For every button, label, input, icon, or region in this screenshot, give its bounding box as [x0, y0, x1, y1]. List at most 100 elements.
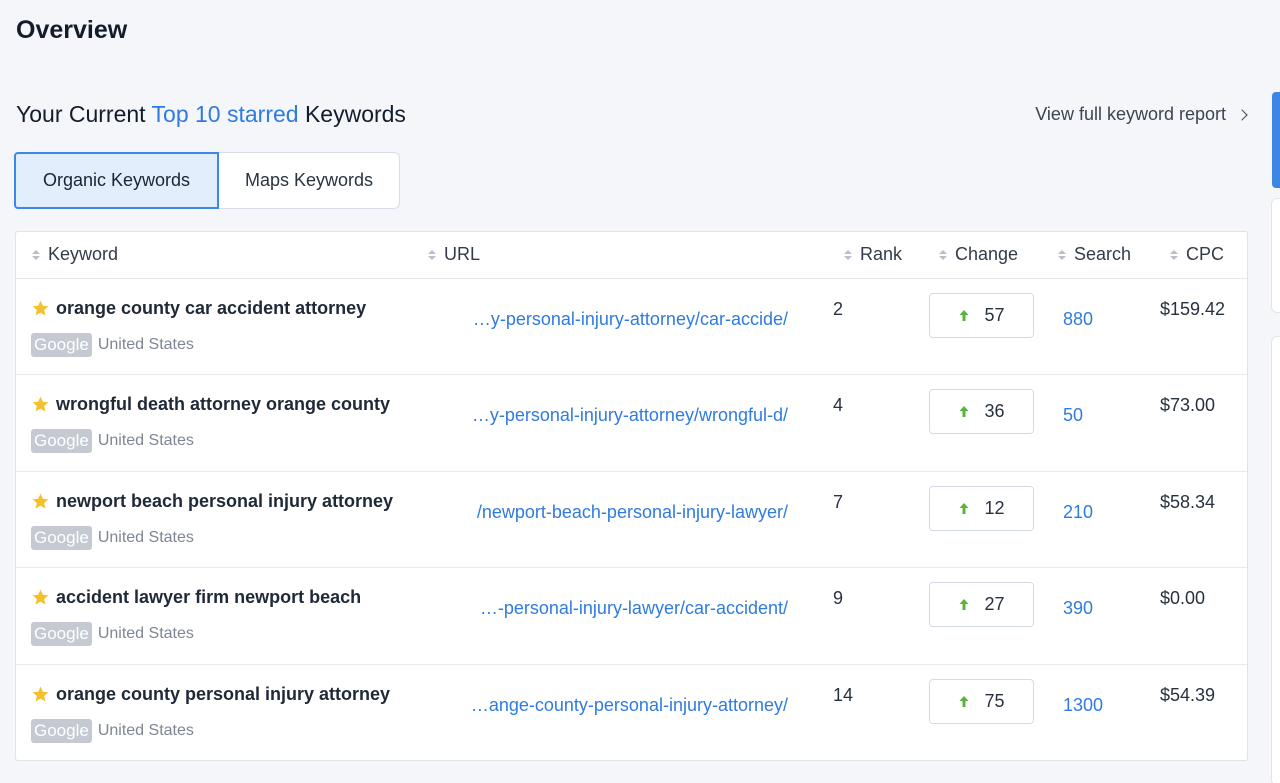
tab-organic-keywords[interactable]: Organic Keywords [14, 152, 219, 209]
arrow-up-icon [959, 599, 969, 611]
section-title-prefix: Your Current [16, 101, 152, 127]
country-label: United States [97, 528, 194, 546]
star-icon[interactable] [31, 395, 50, 414]
page-title: Overview [16, 16, 128, 44]
table-row: accident lawyer firm newport beach Googl… [16, 568, 1247, 665]
sort-icon [939, 249, 947, 260]
search-volume-link[interactable]: 210 [1063, 502, 1093, 523]
change-box: 57 [929, 293, 1034, 338]
arrow-up-icon [959, 406, 969, 418]
keyword-cell: accident lawyer firm newport beach [31, 587, 361, 608]
cpc-value: $0.00 [1160, 588, 1206, 609]
column-header-label: Rank [860, 244, 903, 264]
sort-icon [1170, 249, 1178, 260]
search-engine-badge: Google [31, 429, 92, 454]
sort-icon [844, 249, 852, 260]
search-volume-link[interactable]: 880 [1063, 309, 1093, 330]
rank-value: 9 [833, 588, 844, 609]
ranking-url-link[interactable]: …ange-county-personal-injury-attorney/ [471, 695, 788, 716]
search-volume-link[interactable]: 390 [1063, 598, 1093, 619]
arrow-up-icon [959, 310, 969, 321]
table-body: orange county car accident attorney Goog… [16, 279, 1247, 761]
star-icon[interactable] [31, 299, 50, 318]
search-volume-link[interactable]: 1300 [1063, 695, 1103, 716]
star-icon[interactable] [31, 685, 50, 704]
tab-maps-keywords[interactable]: Maps Keywords [219, 152, 400, 209]
column-header-label: Search [1074, 244, 1132, 264]
engine-line: Google United States [31, 525, 194, 550]
section-title-accent: Top 10 starred [151, 101, 299, 127]
search-engine-badge: Google [31, 333, 92, 357]
column-header-label: Change [955, 244, 1019, 264]
country-label: United States [97, 432, 194, 450]
view-full-report-link[interactable]: View full keyword report [1035, 104, 1248, 125]
sort-icon [32, 249, 40, 260]
search-engine-badge: Google [31, 622, 92, 647]
section-title: Your Current Top 10 starred Keywords [16, 101, 406, 128]
table-row: newport beach personal injury attorney G… [16, 472, 1247, 569]
table-header: Keyword URL Rank Change Search CPC [16, 232, 1247, 279]
ranking-url-link[interactable]: …-personal-injury-lawyer/car-accident/ [480, 598, 788, 619]
ranking-url-link[interactable]: …y-personal-injury-attorney/car-accide/ [473, 309, 788, 330]
change-box: 75 [929, 678, 1034, 724]
table-row: orange county car accident attorney Goog… [16, 279, 1247, 376]
keyword-cell: wrongful death attorney orange county [31, 394, 390, 415]
rank-value: 14 [833, 684, 854, 705]
cpc-value: $58.34 [1160, 491, 1216, 512]
engine-line: Google United States [31, 718, 194, 743]
table-row: wrongful death attorney orange county Go… [16, 375, 1247, 472]
keyword-type-tabs: Organic Keywords Maps Keywords [14, 152, 400, 209]
keyword-text: orange county personal injury attorney [56, 683, 391, 704]
keyword-cell: orange county car accident attorney [31, 298, 366, 319]
engine-line: Google United States [31, 429, 194, 454]
column-header-label: URL [444, 244, 481, 264]
star-icon[interactable] [31, 588, 50, 607]
change-value: 36 [984, 401, 1005, 422]
rank-value: 2 [833, 299, 844, 319]
section-title-suffix: Keywords [298, 101, 406, 127]
table-row: orange county personal injury attorney G… [16, 665, 1247, 761]
change-value: 75 [984, 690, 1005, 711]
sort-icon [428, 249, 436, 260]
arrow-up-icon [959, 502, 969, 514]
country-label: United States [97, 721, 194, 739]
column-header-label: Keyword [48, 244, 119, 264]
side-panel-card [1271, 198, 1280, 313]
cpc-value: $73.00 [1160, 395, 1216, 416]
ranking-url-link[interactable]: …y-personal-injury-attorney/wrongful-d/ [472, 405, 788, 426]
sort-icon [1058, 249, 1066, 260]
engine-line: Google United States [31, 333, 194, 357]
column-header-url[interactable]: URL [428, 244, 480, 265]
country-label: United States [97, 336, 194, 353]
change-value: 27 [984, 594, 1005, 615]
cpc-value: $54.39 [1160, 684, 1216, 705]
keyword-text: orange county car accident attorney [56, 298, 367, 318]
chevron-right-icon [1236, 108, 1248, 121]
change-box: 27 [929, 582, 1034, 628]
keyword-text: wrongful death attorney orange county [56, 394, 391, 415]
column-header-keyword[interactable]: Keyword [32, 244, 118, 265]
arrow-up-icon [959, 695, 969, 707]
keyword-text: newport beach personal injury attorney [56, 490, 394, 511]
search-engine-badge: Google [31, 718, 92, 743]
engine-line: Google United States [31, 622, 194, 647]
cpc-value: $159.42 [1160, 299, 1226, 319]
keyword-cell: newport beach personal injury attorney [31, 491, 393, 512]
column-header-search[interactable]: Search [1058, 244, 1131, 265]
change-box: 36 [929, 389, 1034, 435]
view-full-report-label: View full keyword report [1035, 104, 1226, 124]
column-header-label: CPC [1186, 244, 1225, 264]
keywords-table: Keyword URL Rank Change Search CPC orang… [15, 231, 1248, 761]
ranking-url-link[interactable]: /newport-beach-personal-injury-lawyer/ [477, 502, 788, 523]
column-header-change[interactable]: Change [939, 244, 1018, 265]
search-engine-badge: Google [31, 525, 92, 550]
keyword-text: accident lawyer firm newport beach [56, 587, 362, 608]
column-header-rank[interactable]: Rank [844, 244, 902, 265]
scrollbar-thumb[interactable] [1272, 92, 1280, 188]
column-header-cpc[interactable]: CPC [1170, 244, 1224, 265]
change-box: 12 [929, 485, 1034, 531]
keyword-cell: orange county personal injury attorney [31, 684, 390, 705]
search-volume-link[interactable]: 50 [1063, 405, 1083, 426]
change-value: 57 [984, 305, 1005, 325]
star-icon[interactable] [31, 492, 50, 511]
